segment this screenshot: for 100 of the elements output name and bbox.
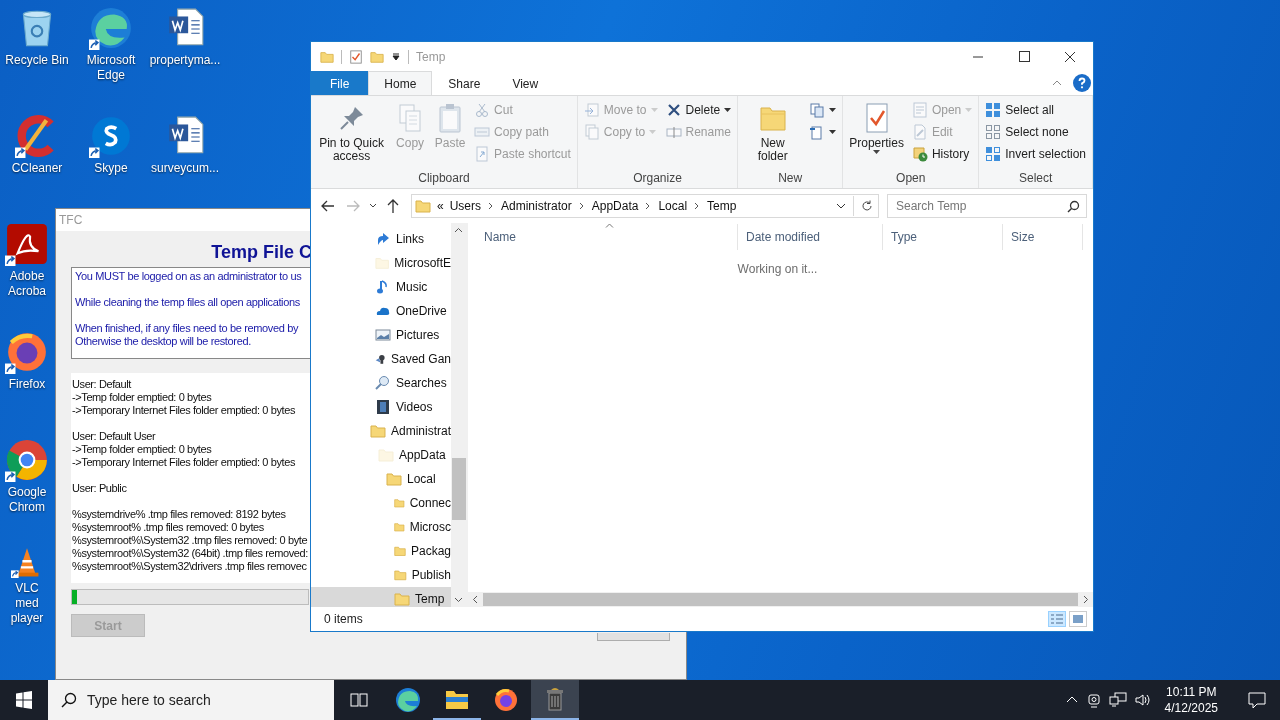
column-header[interactable]: Size [1003, 224, 1083, 250]
notifications-icon[interactable] [1247, 691, 1267, 709]
desktop-shortcut[interactable]: surveycum... [148, 114, 222, 186]
caret-icon [829, 108, 837, 112]
tree-item[interactable]: Connec [311, 491, 451, 515]
network-icon[interactable] [1108, 692, 1127, 708]
ribbon-button[interactable]: Invert selection [982, 143, 1089, 165]
select-none-icon [985, 124, 1002, 140]
folder-icon [445, 688, 469, 710]
desktop-shortcut[interactable]: Recycle Bin [0, 6, 74, 86]
desktop-shortcut[interactable]: Skype [74, 114, 148, 186]
desktop-shortcut[interactable]: Google Chrom [0, 438, 54, 518]
folder-icon [375, 255, 390, 271]
customize-caret-icon[interactable] [391, 51, 401, 62]
ribbon-button[interactable]: Properties [846, 99, 907, 169]
search-field[interactable]: Type here to search [48, 680, 334, 720]
tree-item[interactable]: Temp [311, 587, 451, 607]
item-count: 0 items [324, 612, 363, 626]
log-text: User: Default User ->Temp folder emptied: 0 bytes ->Temporary Internet Files folder emptied: 0 bytes [72, 430, 297, 469]
link-icon [375, 231, 391, 247]
group-label: Select [1017, 171, 1054, 187]
address-bar[interactable]: « Users Administrator AppData Local Temp [411, 194, 879, 218]
large-icons-view-icon[interactable] [1069, 611, 1087, 627]
invert-selection-icon [985, 146, 1002, 162]
scrollbar[interactable] [468, 592, 1093, 607]
rename-icon [665, 124, 682, 140]
search-field[interactable]: Search Temp [887, 194, 1087, 218]
tree-item[interactable]: Saved Gan [311, 347, 451, 371]
clock[interactable]: 10:11 PM 4/12/2025 [1164, 684, 1218, 716]
tree-item[interactable]: Pictures [311, 323, 451, 347]
caret-icon [829, 130, 837, 134]
desktop-shortcut[interactable]: CCleaner [0, 114, 74, 186]
tree-item[interactable]: Publish [311, 563, 451, 587]
ribbon-button[interactable]: Select none [982, 121, 1089, 143]
help-icon[interactable] [1073, 74, 1091, 92]
properties-icon[interactable] [349, 49, 363, 64]
group-label: Clipboard [417, 171, 471, 187]
desktop-shortcut[interactable]: Microsoft Edge [74, 6, 148, 86]
breadcrumb-item[interactable]: Administrator [501, 199, 572, 213]
scroll-thumb[interactable] [452, 458, 466, 520]
speaker-icon[interactable] [1133, 692, 1152, 708]
scissors-icon [474, 102, 491, 118]
caret-icon [965, 108, 973, 112]
search-icon [375, 375, 391, 391]
tree-item[interactable]: Microsc [311, 515, 451, 539]
taskbar-button[interactable] [531, 680, 579, 720]
tree-item[interactable]: Searches [311, 371, 451, 395]
ribbon-button[interactable]: Pin to Quick access [314, 99, 390, 169]
scrollbar[interactable] [451, 223, 467, 607]
desktop-shortcut[interactable]: Adobe Acroba [0, 222, 54, 302]
tree-item[interactable]: Videos [311, 395, 451, 419]
folder-icon [370, 423, 386, 439]
folder-icon [378, 447, 394, 463]
edge-icon [395, 687, 421, 713]
tree-item[interactable]: MicrosoftE [311, 251, 451, 275]
select-all-icon [985, 102, 1002, 118]
column-header[interactable]: Type [883, 224, 1003, 250]
scroll-thumb[interactable] [483, 593, 1078, 606]
ribbon-button[interactable]: History [908, 143, 976, 165]
tree-item[interactable]: OneDrive [311, 299, 451, 323]
tree-item[interactable]: Music [311, 275, 451, 299]
breadcrumb-item[interactable]: AppData [591, 199, 639, 213]
firefox-icon [494, 688, 518, 712]
breadcrumb-item[interactable]: Local [658, 199, 688, 213]
group-label: New [777, 171, 804, 187]
edge-icon [89, 6, 133, 50]
ribbon-tab[interactable]: View [496, 71, 555, 95]
tree-item[interactable]: AppData [311, 443, 451, 467]
column-header[interactable]: Date modified [738, 224, 883, 250]
ribbon-tab[interactable]: Home [368, 71, 433, 95]
log-text: %systemdrive% .tmp files removed: 8192 bytes %systemroot% .tmp files removed: 0 bytes %systemroot%\System32 .tmp files removed: 0 byte %systemroot%\System32 (64bit) .tmp files removed: %systemroot%\System32\drivers .tmp files removec [72, 508, 309, 573]
webcam-icon[interactable] [1085, 692, 1102, 708]
folder-icon [386, 471, 402, 487]
refresh-icon[interactable] [860, 199, 874, 213]
breadcrumb-item[interactable]: Users [449, 199, 482, 213]
tree-item[interactable]: Links [311, 227, 451, 251]
desktop-shortcut[interactable]: VLC med player [0, 546, 54, 626]
tree-item[interactable]: Packag [311, 539, 451, 563]
ribbon-tab[interactable]: File [311, 71, 369, 95]
open-icon [911, 102, 928, 118]
tree-item[interactable]: Administrat [311, 419, 451, 443]
tree-item[interactable]: Local [311, 467, 451, 491]
log-text: User: Public [72, 482, 128, 495]
breadcrumb-item[interactable]: « [437, 199, 444, 213]
skype-icon [89, 114, 133, 158]
group-label: Open [895, 171, 927, 187]
ribbon-button[interactable]: New folder [741, 99, 805, 169]
desktop-shortcut[interactable]: propertyma... [148, 6, 222, 86]
window-title: Temp [416, 49, 446, 64]
column-header[interactable]: Name [468, 224, 738, 250]
ribbon-button[interactable]: Select all [982, 99, 1089, 121]
loading-message: Working on it... [737, 262, 818, 276]
ribbon-tab[interactable]: Share [432, 71, 497, 95]
notice-text: When finished, if any files need to be removed by Otherwise the desktop will be restored. [75, 322, 300, 348]
breadcrumb-item[interactable]: Temp [707, 199, 737, 213]
caret-icon [650, 108, 658, 112]
clock-time: 10:11 PM [1166, 684, 1217, 700]
chevron-icon [577, 202, 586, 210]
ribbon-button[interactable]: Delete [662, 99, 735, 121]
desktop-shortcut[interactable]: Firefox [0, 330, 54, 410]
